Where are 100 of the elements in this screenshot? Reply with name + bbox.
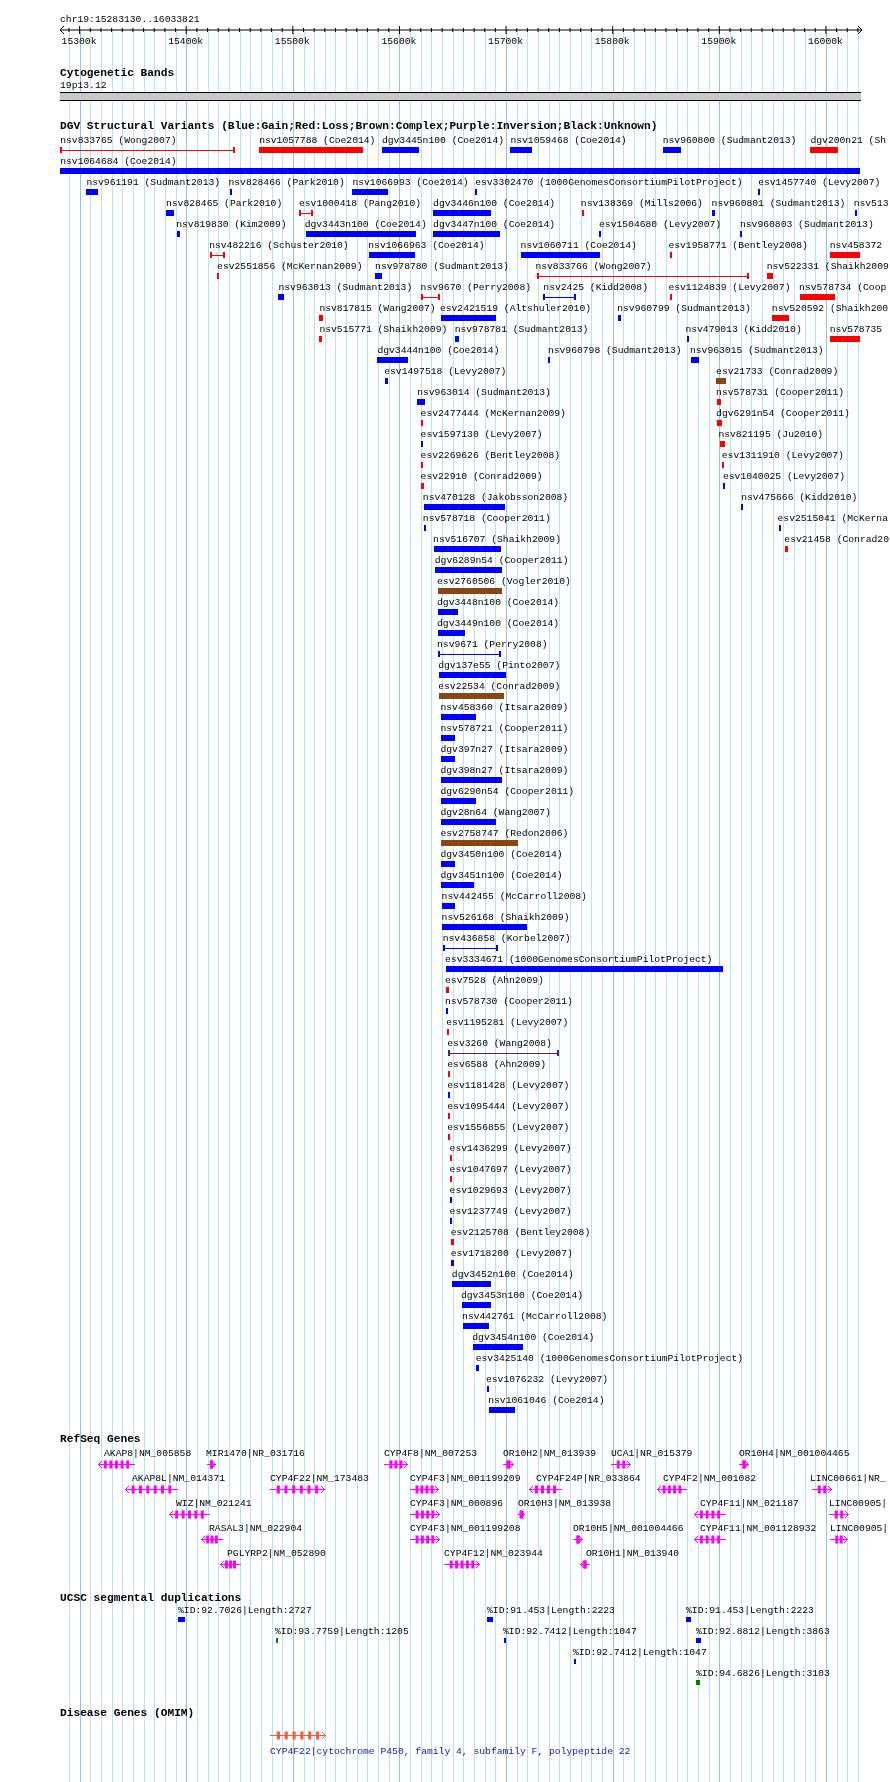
- gene-model-drawing[interactable]: [694, 1510, 726, 1519]
- variant-bar[interactable]: [381, 147, 420, 153]
- variant-bar[interactable]: [486, 1386, 489, 1392]
- variant-bar[interactable]: [450, 1176, 453, 1182]
- variant-bar[interactable]: [462, 1323, 489, 1329]
- variant-bar[interactable]: [758, 189, 761, 195]
- gene-model-drawing[interactable]: [830, 1535, 848, 1544]
- tick-label: 15800k: [594, 36, 630, 47]
- duplication-label: %ID:92.7412|Length:1047: [503, 1626, 637, 1637]
- variant-bar[interactable]: [721, 462, 725, 468]
- gene-label: OR10H4|NM_001004465: [739, 1448, 850, 1459]
- variant-bar[interactable]: [662, 147, 681, 153]
- variant-bar[interactable]: [229, 189, 232, 195]
- gene-model-drawing[interactable]: [220, 1560, 241, 1569]
- variant-bar[interactable]: [424, 525, 427, 531]
- variant-bar[interactable]: [450, 1197, 453, 1203]
- variant-bar[interactable]: [452, 1281, 492, 1287]
- variant-bar[interactable]: [778, 525, 781, 531]
- variant-bar[interactable]: [377, 357, 409, 363]
- variant-label: nsv520592 (Shaikh200: [771, 303, 889, 314]
- variant-bar[interactable]: [488, 1407, 515, 1413]
- variant-label: dgv3454n100 (Coe2014): [472, 1332, 595, 1343]
- gene-model-drawing[interactable]: [270, 1485, 325, 1494]
- variant-bar[interactable]: [437, 609, 459, 615]
- gene-model-drawing[interactable]: [611, 1460, 631, 1469]
- gene-model-drawing[interactable]: [125, 1485, 178, 1494]
- variant-bar[interactable]: [420, 462, 423, 468]
- variant-bar[interactable]: [669, 252, 672, 258]
- variant-bar[interactable]: [420, 420, 423, 426]
- disease-gene-link[interactable]: CYP4F22|cytochrome P450, family 4, subfamily F, polypeptide 22: [270, 1746, 631, 1757]
- gene-model-drawing[interactable]: [207, 1460, 216, 1469]
- gene-model-drawing[interactable]: [98, 1460, 135, 1469]
- variant-bar[interactable]: [450, 1218, 453, 1224]
- variant-bar[interactable]: [165, 210, 174, 216]
- gene-label: AKAP8|NM_005858: [104, 1448, 192, 1459]
- gene-model-drawing[interactable]: [169, 1510, 210, 1519]
- gene-model-drawing[interactable]: [812, 1485, 832, 1494]
- variant-bar[interactable]: [441, 798, 477, 804]
- variant-bar[interactable]: [716, 378, 727, 384]
- variant-label: esv2551856 (McKernan2009): [217, 261, 363, 272]
- variant-span[interactable]: [543, 294, 577, 300]
- variant-bar[interactable]: [461, 1302, 492, 1308]
- track-title: Cytogenetic Bands: [60, 67, 175, 80]
- variant-bar[interactable]: [278, 294, 285, 300]
- variant-bar[interactable]: [445, 987, 449, 993]
- variant-bar[interactable]: [475, 189, 478, 195]
- variant-bar[interactable]: [686, 336, 689, 342]
- gene-model-drawing[interactable]: [201, 1535, 223, 1544]
- gene-model-drawing[interactable]: [410, 1535, 440, 1544]
- variant-bar[interactable]: [437, 630, 465, 636]
- variant-bar[interactable]: [800, 294, 836, 300]
- variant-bar[interactable]: [446, 1029, 449, 1035]
- variant-bar[interactable]: [447, 1071, 451, 1077]
- variant-bar[interactable]: [454, 336, 460, 342]
- variant-span[interactable]: [443, 945, 498, 951]
- gene-model-drawing[interactable]: [529, 1485, 562, 1494]
- gene-model-drawing[interactable]: [573, 1535, 583, 1544]
- gene-model-drawing[interactable]: [444, 1560, 480, 1569]
- variant-bar[interactable]: [740, 231, 743, 237]
- variant-bar[interactable]: [691, 357, 700, 363]
- variant-bar[interactable]: [437, 588, 503, 594]
- variant-bar[interactable]: [447, 1134, 451, 1140]
- variant-bar[interactable]: [417, 399, 426, 405]
- gene-model-drawing[interactable]: [384, 1460, 408, 1469]
- variant-label: nsv458372: [829, 240, 883, 251]
- gene-model-drawing[interactable]: [657, 1485, 687, 1494]
- variant-bar[interactable]: [450, 1155, 453, 1161]
- variant-bar[interactable]: [669, 294, 672, 300]
- gene-model-drawing[interactable]: [270, 1731, 326, 1740]
- gene-model-drawing[interactable]: [739, 1460, 749, 1469]
- variant-label: nsv960803 (Sudmant2013): [740, 219, 874, 230]
- variant-bar[interactable]: [447, 1113, 451, 1119]
- variant-span[interactable]: [437, 651, 502, 657]
- variant-bar[interactable]: [420, 483, 424, 489]
- variant-bar[interactable]: [445, 1008, 448, 1014]
- variant-bar[interactable]: [829, 252, 861, 258]
- variant-bar[interactable]: [582, 210, 585, 216]
- variant-bar[interactable]: [420, 441, 423, 447]
- gene-model-drawing[interactable]: [580, 1560, 590, 1569]
- gene-model-drawing[interactable]: [503, 1460, 514, 1469]
- variant-bar[interactable]: [547, 357, 551, 363]
- variant-bar[interactable]: [447, 1092, 451, 1098]
- variant-bar[interactable]: [854, 210, 858, 216]
- variant-bar[interactable]: [520, 252, 601, 258]
- gene-model-drawing[interactable]: [518, 1510, 525, 1519]
- variant-bar[interactable]: [217, 273, 220, 279]
- gene-model-drawing[interactable]: [410, 1510, 440, 1519]
- gene-model-drawing[interactable]: [694, 1535, 726, 1544]
- variant-bar[interactable]: [829, 336, 861, 342]
- gene-model-drawing[interactable]: [829, 1510, 849, 1519]
- variant-bar[interactable]: [719, 441, 726, 447]
- variant-bar[interactable]: [441, 714, 477, 720]
- variant-bar[interactable]: [711, 210, 715, 216]
- variant-bar[interactable]: [741, 504, 744, 510]
- variant-label: nsv138369 (Mills2006): [580, 198, 703, 209]
- variant-bar[interactable]: [771, 315, 789, 321]
- variant-span[interactable]: [447, 1050, 560, 1056]
- gene-model-drawing[interactable]: [410, 1485, 439, 1494]
- variant-bar[interactable]: [599, 231, 602, 237]
- variant-bar[interactable]: [722, 483, 726, 489]
